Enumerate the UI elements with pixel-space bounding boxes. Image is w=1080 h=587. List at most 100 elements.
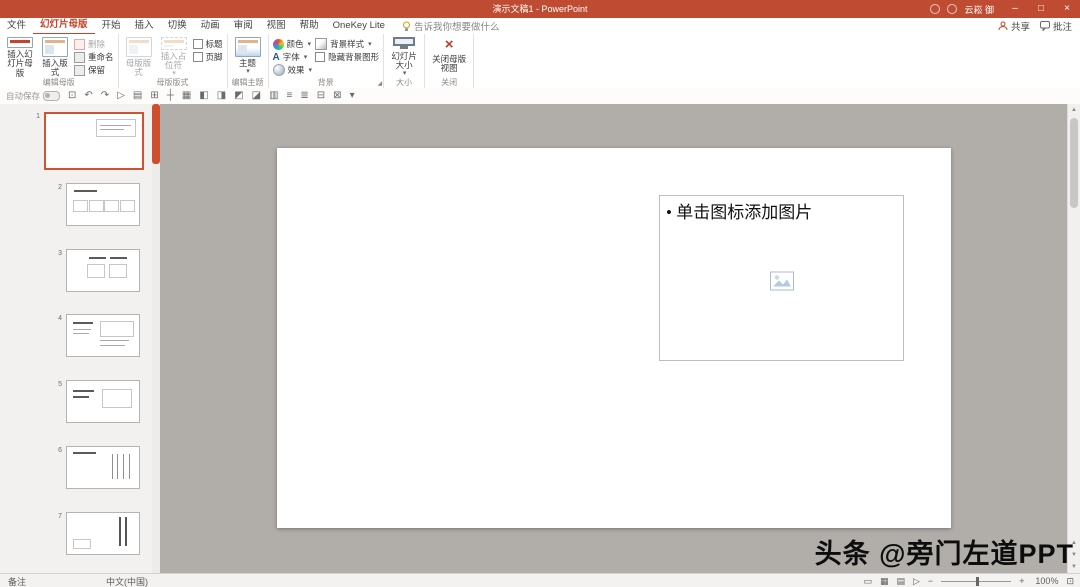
guides-icon[interactable]: ┼ <box>167 88 174 104</box>
chevron-down-icon: ▾ <box>303 54 308 61</box>
zoom-level[interactable]: 100% <box>1032 576 1058 586</box>
title-bar: 演示文稿1 - PowerPoint 云崧 御 – □ × <box>0 0 1080 18</box>
tab-slide-master[interactable]: 幻灯片母版 <box>33 17 95 35</box>
align-right-icon[interactable]: ◨ <box>217 88 226 104</box>
delete-button[interactable]: 删除 <box>74 38 114 50</box>
thumbnail-row-1: 1 <box>30 112 144 170</box>
insert-slide-master-button[interactable]: 插入幻灯片母版 <box>4 36 36 78</box>
tab-file[interactable]: 文件 <box>0 18 33 34</box>
send-backward-icon[interactable]: ⊟ <box>317 88 325 104</box>
placeholder-prompt: • 单击图标添加图片 <box>666 198 812 223</box>
footers-checkbox[interactable]: 页脚 <box>192 51 223 63</box>
tab-transitions[interactable]: 切换 <box>161 18 194 34</box>
redo-icon[interactable]: ↷ <box>101 88 109 104</box>
rename-button[interactable]: 重命名 <box>74 51 114 63</box>
fit-to-window-icon[interactable]: ⊡ <box>1066 574 1074 587</box>
insert-placeholder-button[interactable]: 插入占位符 ▾ <box>158 36 190 78</box>
snap-icon[interactable]: ▦ <box>182 88 191 104</box>
tab-home[interactable]: 开始 <box>95 18 128 34</box>
normal-view-icon[interactable]: ▭ <box>863 574 872 587</box>
delete-label: 删除 <box>88 39 106 49</box>
scroll-up-icon[interactable]: ▲ <box>1071 104 1077 116</box>
user-name[interactable]: 云崧 御 <box>964 3 994 16</box>
thumbnail-scrollbar-thumb[interactable] <box>152 104 160 164</box>
align-bottom-icon[interactable]: ◪ <box>252 88 261 104</box>
qat-more-icon[interactable]: ▾ <box>350 88 355 104</box>
tab-view[interactable]: 视图 <box>260 18 293 34</box>
bring-forward-icon[interactable]: ⊠ <box>333 88 341 104</box>
tell-me-search[interactable]: 告诉我你想要做什么 <box>402 19 499 33</box>
align-top-icon[interactable]: ◩ <box>234 88 243 104</box>
notifications-icon[interactable] <box>947 4 958 14</box>
tab-review[interactable]: 审阅 <box>227 18 260 34</box>
tab-onekey-lite[interactable]: OneKey Lite <box>326 18 392 34</box>
zoom-slider[interactable] <box>941 576 1012 586</box>
preserve-label: 保留 <box>88 65 106 75</box>
comments-button[interactable]: 批注 <box>1039 19 1072 33</box>
thumb-placeholder-box <box>95 119 137 137</box>
chevron-down-icon: ▾ <box>368 41 372 48</box>
grid-icon[interactable]: ⊞ <box>150 88 158 104</box>
zoom-out-icon[interactable]: − <box>928 574 933 587</box>
close-master-view-button[interactable]: × 关闭母版视图 <box>429 36 469 78</box>
slide-thumbnail-layout-5[interactable] <box>66 380 140 423</box>
tab-animations[interactable]: 动画 <box>194 18 227 34</box>
edit-master-small-buttons: 删除 重命名 保留 <box>74 36 114 78</box>
canvas-scrollbar[interactable]: ▲ ▲ ▼ ▼ <box>1067 104 1080 573</box>
slide-thumbnail-layout-2[interactable] <box>66 183 140 226</box>
slide-thumbnail-layout-4[interactable] <box>66 314 140 357</box>
effects-button[interactable]: 效果 ▾ <box>272 64 312 76</box>
zoom-in-icon[interactable]: + <box>1019 574 1024 587</box>
slide-thumbnail-layout-7[interactable] <box>66 512 140 555</box>
canvas-scrollbar-thumb[interactable] <box>1070 118 1078 208</box>
master-layout-button[interactable]: 母版版式 <box>123 36 155 78</box>
align-left-icon[interactable]: ◧ <box>199 88 208 104</box>
ribbon-tab-row: 文件 幻灯片母版 开始 插入 切换 动画 审阅 视图 帮助 OneKey Lit… <box>0 18 1080 35</box>
colors-label: 颜色 <box>286 39 304 49</box>
slide-thumbnail-master[interactable] <box>44 112 144 170</box>
share-button[interactable]: 共享 <box>998 19 1030 33</box>
close-button[interactable]: × <box>1054 0 1080 18</box>
thumbnail-scrollbar[interactable] <box>152 104 160 573</box>
thumbnail-row-2: 2 <box>52 183 140 226</box>
footers-checkbox-box <box>192 52 203 62</box>
insert-layout-label: 插入版式 <box>42 58 68 78</box>
start-slideshow-icon[interactable]: ▷ <box>117 88 125 104</box>
print-icon[interactable]: ▤ <box>133 88 142 104</box>
autosave-toggle[interactable]: 自动保存 <box>6 90 61 102</box>
insert-layout-button[interactable]: 插入版式 <box>39 36 71 78</box>
slideshow-view-icon[interactable]: ▷ <box>913 574 920 587</box>
distribute-icon[interactable]: ▥ <box>269 88 278 104</box>
picture-placeholder[interactable]: • 单击图标添加图片 <box>659 195 904 361</box>
align-text-icon[interactable]: ≡ <box>287 88 293 104</box>
tab-insert[interactable]: 插入 <box>128 18 161 34</box>
fonts-label: 字体 <box>282 52 300 62</box>
tab-help[interactable]: 帮助 <box>293 18 326 34</box>
insert-picture-icon[interactable] <box>769 271 794 291</box>
language-indicator[interactable]: 中文(中国) <box>106 575 148 587</box>
notes-button[interactable]: 备注 <box>8 575 26 587</box>
colors-button[interactable]: 颜色 ▾ <box>272 38 313 50</box>
footers-checkbox-label: 页脚 <box>205 52 223 62</box>
slide-size-button[interactable]: 幻灯片大小 ▾ <box>388 36 420 78</box>
preserve-button[interactable]: 保留 <box>74 64 114 76</box>
maximize-button[interactable]: □ <box>1028 0 1054 18</box>
hide-background-graphics-checkbox[interactable]: 隐藏背景图形 <box>315 51 379 63</box>
title-checkbox[interactable]: 标题 <box>192 38 223 50</box>
zoom-slider-thumb[interactable] <box>976 576 980 586</box>
themes-button[interactable]: 主题 ▾ <box>232 36 264 78</box>
fonts-button[interactable]: A 字体 ▾ <box>273 51 313 63</box>
slide-sorter-view-icon[interactable]: ▦ <box>880 574 889 587</box>
account-badge-icon[interactable] <box>930 4 941 14</box>
slide-editing-surface[interactable]: • 单击图标添加图片 <box>277 148 951 528</box>
list-icon[interactable]: ≣ <box>300 88 308 104</box>
slide-thumbnail-layout-3[interactable] <box>66 249 140 292</box>
save-icon[interactable]: ⊡ <box>68 88 76 104</box>
dialog-launcher-icon[interactable]: ◢ <box>377 81 382 87</box>
minimize-button[interactable]: – <box>1002 0 1028 18</box>
slide-number: 7 <box>58 513 62 520</box>
slide-thumbnail-layout-6[interactable] <box>66 446 140 489</box>
reading-view-icon[interactable]: ▤ <box>896 574 905 587</box>
undo-icon[interactable]: ↶ <box>84 88 92 104</box>
background-styles-button[interactable]: 背景样式 ▾ <box>315 38 379 50</box>
